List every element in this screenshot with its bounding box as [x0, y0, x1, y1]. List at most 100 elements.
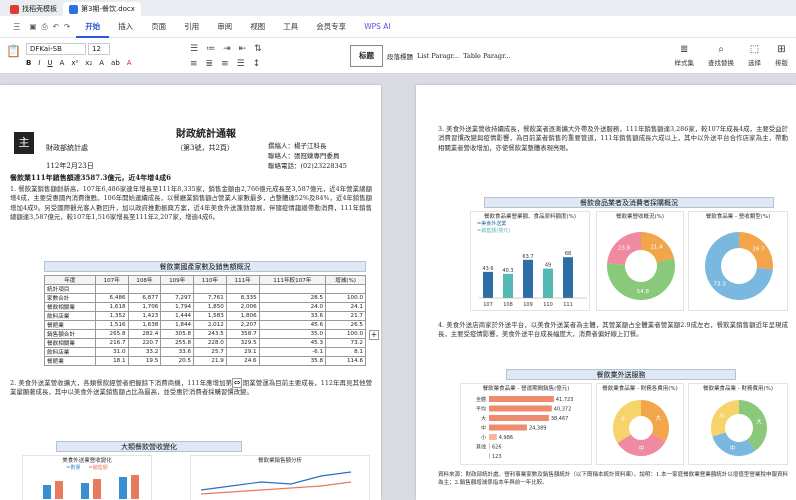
table-cell: 100.0	[325, 293, 366, 303]
bullet-list-icon[interactable]: ☰	[190, 44, 198, 54]
align-right-icon[interactable]: ≡	[221, 59, 229, 69]
layout-button[interactable]: ⊞ 排版	[775, 44, 788, 67]
superscript-button[interactable]: x²	[71, 59, 78, 67]
document-workspace[interactable]: 主 財政統計通報 （第3號，共2頁） 財政部統計處 112年2月23日 撰稿人：…	[0, 75, 796, 500]
table-cell: 45.3	[258, 338, 327, 348]
table-cell: 1,850	[193, 302, 227, 312]
table-cell	[325, 284, 366, 294]
text-effect-button[interactable]: A	[99, 59, 104, 67]
chart-left-2: 餐飲業銷售額分析	[190, 455, 370, 500]
chart-title: 餐飲業食品業 - 財務費用(%)	[703, 386, 773, 392]
table-cell: 1,794	[160, 302, 195, 312]
align-center-icon[interactable]: ≣	[206, 59, 214, 69]
legend-item: =銷售額	[88, 465, 108, 471]
select-icon: ⬚	[749, 44, 760, 55]
table-cell: 統計項目	[44, 284, 96, 294]
menu-insert[interactable]: 插入	[109, 16, 142, 38]
chart-section-title-2: 餐飲業外送服務	[506, 369, 736, 380]
bar-label: 49	[545, 263, 551, 269]
font-color-button-2[interactable]: A	[127, 59, 132, 67]
table-cell: 1,618	[94, 302, 129, 312]
save-icon[interactable]: ▣	[30, 22, 37, 32]
bar	[131, 475, 139, 499]
outdent-icon[interactable]: ⇤	[239, 44, 247, 54]
add-table-row-button[interactable]: +	[369, 330, 379, 340]
select-button[interactable]: ⬚ 选择	[748, 44, 761, 67]
document-page-left[interactable]: 主 財政統計通報 （第3號，共2頁） 財政部統計處 112年2月23日 撰稿人：…	[0, 85, 381, 500]
menu-references[interactable]: 引用	[175, 16, 208, 38]
undo-icon[interactable]: ↶	[53, 22, 59, 32]
tab-document[interactable]: 第3期-餐饮.docx	[63, 2, 141, 16]
table-cell: 26.5	[325, 320, 366, 330]
menu-wps-ai[interactable]: WPS AI	[355, 16, 399, 38]
hbar	[489, 453, 490, 459]
table-cell: 265.8	[94, 329, 129, 339]
bar-chart: 43.6 107 40.3 108 63.7 109 49 110 68 111	[479, 251, 587, 308]
table-handle-button[interactable]: ⇔	[232, 378, 242, 388]
chart-title: 餐飲業食品業 - 財務各費用(%)	[602, 386, 678, 392]
x-tick-label: 107	[483, 302, 493, 308]
menu-hamburger[interactable]: 三	[4, 16, 30, 38]
table-cell: 銷售額合計	[44, 329, 96, 339]
style-title[interactable]: 标题	[350, 45, 383, 67]
table-cell: 18.1	[94, 356, 129, 366]
menu-tools[interactable]: 工具	[274, 16, 307, 38]
style-set-icon: ≣	[680, 44, 689, 55]
paragraph-1: 1. 餐飲業銷售額創新高，107年6,486家連年增長至111年8,335家，銷…	[10, 185, 372, 222]
chart-title: 美食外送業營收變化	[62, 458, 112, 464]
sort-icon[interactable]: ⇅	[254, 44, 262, 54]
italic-button[interactable]: I	[38, 59, 40, 67]
table-cell: 1,352	[94, 311, 129, 321]
numbered-list-icon[interactable]: ≔	[206, 44, 215, 54]
table-cell: 24.6	[225, 356, 260, 366]
wps-logo-icon	[10, 4, 19, 14]
hbar-label: 40,372	[554, 407, 572, 413]
subscript-button[interactable]: x₂	[85, 59, 92, 67]
table-cell: 228.0	[193, 338, 227, 348]
line-series	[200, 471, 352, 491]
donut: 大中 小	[613, 400, 669, 456]
table-cell: 1,516	[94, 320, 129, 330]
style-paragraph-heading[interactable]: 段落標題	[387, 51, 413, 61]
bold-button[interactable]: B	[26, 59, 31, 67]
table-cell: 114.6	[325, 356, 366, 366]
highlight-button[interactable]: ab	[111, 59, 120, 67]
paragraph-2: 2. 美食外送業營收擴大，各類餐飲經營者把握餘下消費商機，111年應增加第6四期…	[10, 379, 372, 397]
bar	[483, 271, 493, 298]
menu-home[interactable]: 开始	[76, 16, 110, 38]
chart-left-1: 美食外送業營收變化 =數量 =銷售額	[22, 455, 152, 500]
style-set-button[interactable]: ≣ 样式集	[675, 44, 695, 67]
find-replace-button[interactable]: ⌕ 查找替换	[708, 44, 734, 67]
font-size-select[interactable]: 12	[88, 43, 110, 55]
ministry-logo: 主	[14, 132, 34, 154]
table-cell	[160, 284, 195, 294]
align-left-icon[interactable]: ≡	[190, 59, 198, 69]
justify-icon[interactable]: ☰	[237, 59, 245, 69]
indent-icon[interactable]: ⇥	[223, 44, 231, 54]
title-bar: 找稻壳模板 第3期-餐饮.docx	[0, 0, 796, 16]
document-page-right[interactable]: 3. 美食外送業營收持續成長，餐飲業者逐漸擴大外帶及外送服務，111年銷售額達3…	[416, 85, 796, 500]
tab-template-store[interactable]: 找稻壳模板	[4, 2, 63, 16]
style-list-paragraph[interactable]: List Paragr...	[417, 52, 459, 60]
table-cell: 餐飲相關業	[44, 302, 96, 312]
chart-title: 餐飲業銷售額分析	[257, 458, 302, 464]
font-family-select[interactable]: DFKai-SB	[26, 43, 86, 55]
x-tick-label: 109	[523, 302, 533, 308]
paste-icon[interactable]: 📋	[6, 44, 21, 58]
font-color-button[interactable]: A	[60, 59, 65, 67]
menu-page[interactable]: 页面	[142, 16, 175, 38]
table-cell: 216.7	[94, 338, 129, 348]
line-spacing-icon[interactable]: ↕	[253, 59, 261, 69]
hbar-label: 123	[492, 454, 502, 460]
redo-icon[interactable]: ↷	[64, 22, 70, 32]
table-cell: 7,761	[193, 293, 227, 303]
line-series	[200, 481, 352, 495]
print-icon[interactable]: ⎙	[42, 22, 48, 32]
style-table-paragraph[interactable]: Table Paragr...	[463, 52, 511, 60]
menu-review[interactable]: 审阅	[208, 16, 241, 38]
menu-member[interactable]: 会员专享	[307, 16, 355, 38]
menu-view[interactable]: 视图	[241, 16, 274, 38]
tab-label: 找稻壳模板	[22, 5, 57, 13]
underline-button[interactable]: U	[47, 59, 52, 67]
table-cell: 282.4	[127, 329, 162, 339]
